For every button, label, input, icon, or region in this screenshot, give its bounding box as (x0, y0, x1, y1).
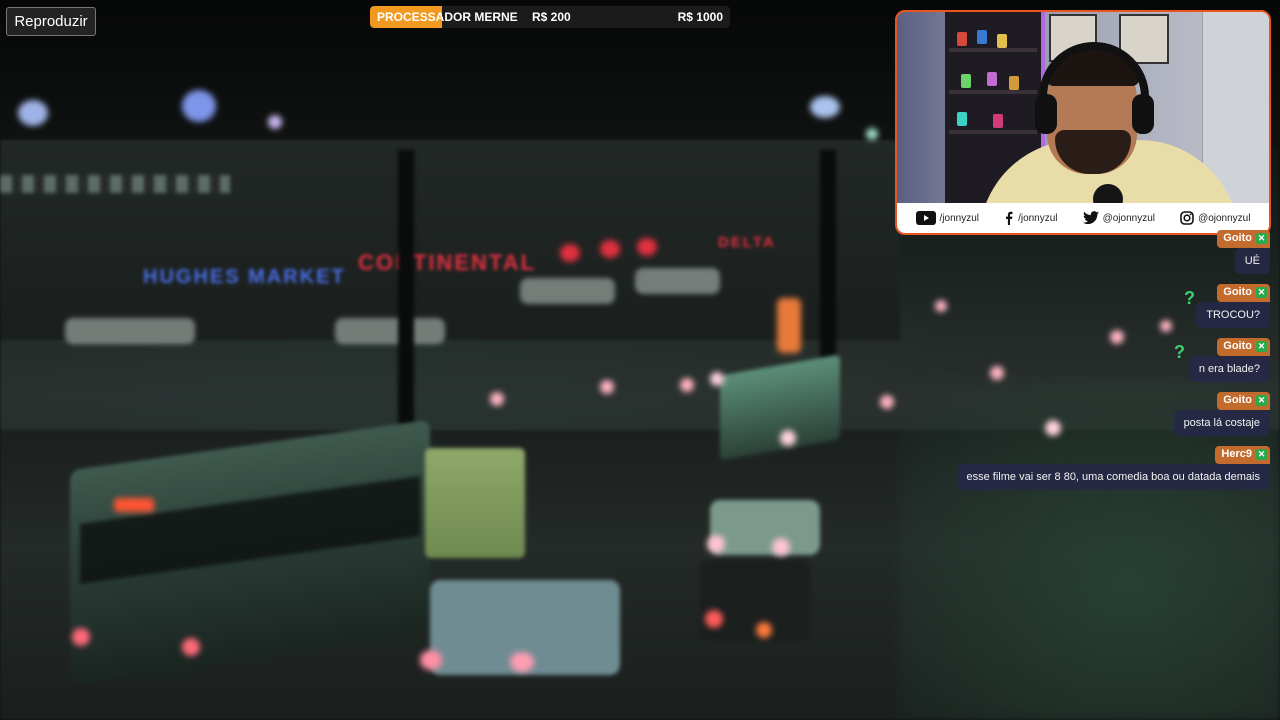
stream-player: HUGHES MARKET CONTINENTAL DELTA Reproduz… (0, 0, 1280, 720)
sword-icon: ✕ (1256, 287, 1267, 298)
youtube-handle: /jonnyzul (939, 212, 979, 224)
goal-name: PROCESSADOR MERNE (377, 10, 518, 24)
chat-username: Goito ✕ (1217, 338, 1270, 356)
chat-username: Goito ✕ (1217, 392, 1270, 410)
social-links-bar: /jonnyzul /jonnyzul @ojonnyzul @ojonnyzu… (897, 203, 1269, 233)
youtube-icon (915, 211, 936, 225)
sign-hughes: HUGHES MARKET (143, 266, 346, 288)
twitter-handle: @ojonnyzul (1102, 212, 1155, 224)
donation-goal-bar: PROCESSADOR MERNE R$ 200 R$ 1000 (370, 6, 730, 28)
chat-message: n era blade? (1188, 356, 1270, 382)
sword-icon: ✕ (1256, 449, 1267, 460)
webcam-overlay: /jonnyzul /jonnyzul @ojonnyzul @ojonnyzu… (895, 10, 1271, 235)
sword-icon: ✕ (1256, 233, 1267, 244)
goal-current-amount: R$ 200 (532, 10, 571, 24)
chat-message: posta lá costaje (1173, 410, 1270, 436)
sword-icon: ✕ (1256, 395, 1267, 406)
chat-username: Goito ✕ (1217, 230, 1270, 248)
goal-target-amount: R$ 1000 (677, 10, 723, 24)
sword-icon: ✕ (1256, 341, 1267, 352)
chat-username: Herc9 ✕ (1215, 446, 1270, 464)
instagram-icon (1180, 211, 1194, 225)
sign-continental: CONTINENTAL (358, 250, 537, 275)
play-button[interactable]: Reproduzir (6, 7, 96, 36)
social-twitter: @ojonnyzul (1082, 211, 1155, 225)
sign-delta: DELTA (718, 234, 776, 251)
chat-overlay: Goito ✕ UÉ Goito ✕ ? TROCOU? Goito ✕ ? n… (955, 230, 1275, 500)
chat-message: esse filme vai ser 8 80, uma comedia boa… (956, 464, 1270, 490)
chat-username: Goito ✕ (1217, 284, 1270, 302)
chat-message: UÉ (1234, 248, 1270, 274)
chat-message: TROCOU? (1196, 302, 1270, 328)
social-youtube: /jonnyzul (915, 211, 979, 225)
facebook-icon (1004, 211, 1014, 225)
instagram-handle: @ojonnyzul (1198, 212, 1251, 224)
twitter-icon (1082, 211, 1099, 225)
social-facebook: /jonnyzul (1004, 211, 1058, 225)
question-mark-icon: ? (1184, 288, 1195, 308)
facebook-handle: /jonnyzul (1018, 212, 1058, 224)
question-mark-icon: ? (1174, 342, 1185, 362)
social-instagram: @ojonnyzul (1180, 211, 1250, 225)
